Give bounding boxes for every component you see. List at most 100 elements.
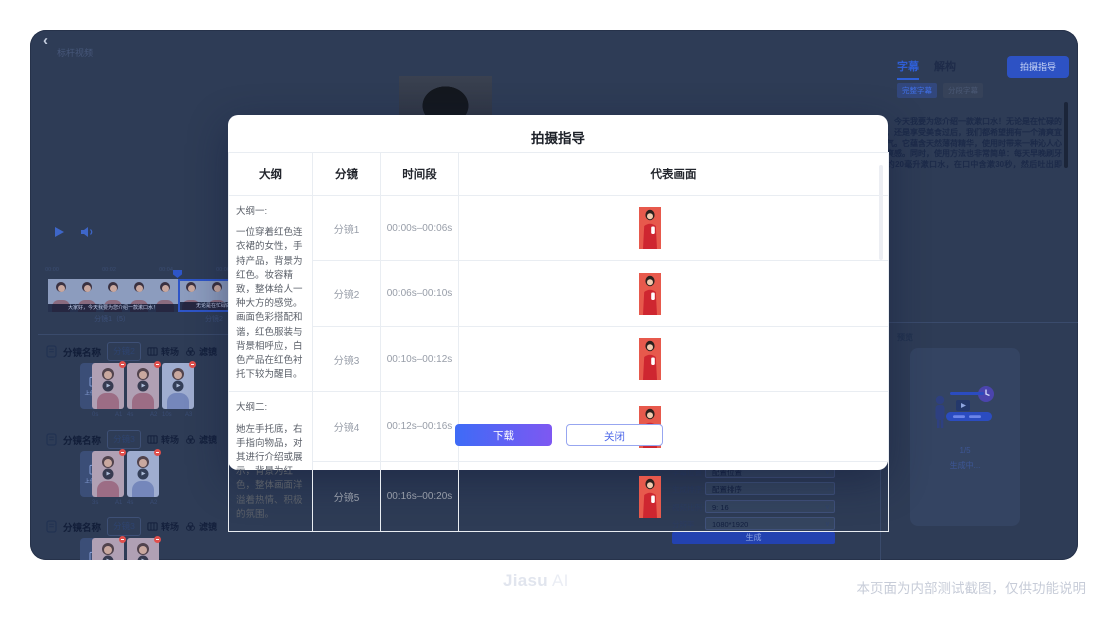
shooting-guide-modal: 拍摄指导 大纲分镜时间段代表画面 大纲一:一位穿着红色连衣裙的女性，手持产品，背… (228, 115, 888, 470)
timeline-segment-1[interactable]: 大家好，今天我要为您介绍一款漱口水！ (48, 279, 178, 312)
playhead[interactable] (173, 270, 182, 278)
filter-button[interactable]: 滤镜 (185, 433, 217, 446)
shot-cell: 分镜5 (313, 462, 381, 532)
remove-clip-badge[interactable] (154, 361, 161, 368)
play-overlay-icon[interactable] (138, 469, 149, 480)
filter-button[interactable]: 滤镜 (185, 520, 217, 533)
storyboard-doc-icon (46, 520, 57, 533)
segment-1-subtitle: 大家好，今天我要为您介绍一款漱口水！ (48, 304, 178, 312)
clip-time-label: 4s (127, 412, 133, 418)
table-header-分镜: 分镜 (313, 153, 381, 196)
clip-thumbnail[interactable] (127, 538, 159, 560)
generate-button[interactable]: 生成 (672, 532, 835, 544)
transition-button[interactable]: 转场 (147, 433, 179, 446)
table-header-时间段: 时间段 (381, 153, 459, 196)
clip-thumbnail[interactable] (127, 363, 159, 409)
outline-label: 大纲一: (236, 205, 305, 219)
clip-tag-label: A1 (115, 412, 122, 418)
close-button[interactable]: 关闭 (566, 424, 663, 446)
clip-thumbnail[interactable] (92, 538, 124, 560)
play-overlay-icon[interactable] (103, 469, 114, 480)
outline-text: 一位穿着红色连衣裙的女性，手持产品，背景为红色。妆容精致，整体给人一种大方的感觉… (236, 226, 305, 382)
outline-text: 她左手托底，右手指向物品，对其进行介绍或展示，背景为红色，整体画面洋溢着热情、积… (236, 423, 305, 522)
remove-clip-badge[interactable] (119, 449, 126, 456)
filter-icon (185, 434, 196, 445)
clip-time-label: 10s (162, 412, 172, 418)
section-name-input[interactable]: 分镜3 (107, 517, 141, 536)
clip-time-label: 0s (92, 412, 98, 418)
shot-cell: 分镜4 (313, 392, 381, 462)
time-cell: 00:12s–00:16s (381, 392, 459, 462)
storyboard-doc-icon (46, 345, 57, 358)
section-name-label: 分镜名称 (63, 345, 101, 359)
remove-clip-badge[interactable] (154, 536, 161, 543)
clip-time-label: 3s (92, 500, 98, 506)
clip-tag-label: A2 (150, 412, 157, 418)
play-overlay-icon[interactable] (103, 381, 114, 392)
table-row: 分镜200:06s–00:10s (229, 261, 889, 326)
table-header-大纲: 大纲 (229, 153, 313, 196)
volume-icon[interactable] (80, 226, 94, 238)
shot-cell: 分镜2 (313, 261, 381, 326)
page-title: 标杆视频 (57, 46, 93, 59)
table-row: 分镜500:16s–00:20s (229, 462, 889, 532)
storyboard-doc-icon (46, 433, 57, 446)
clip-thumbnail[interactable] (127, 451, 159, 497)
brand-watermark: JiasuAI (503, 571, 569, 591)
shot-cell: 分镜1 (313, 196, 381, 261)
tab-解构[interactable]: 解构 (934, 58, 956, 80)
chip-完整字幕[interactable]: 完整字幕 (897, 83, 937, 98)
clip-thumbnail[interactable] (92, 451, 124, 497)
storyboard-section-header: 分镜名称分镜3转场滤镜 (46, 517, 217, 536)
section-name-input[interactable]: 分镜2 (107, 342, 141, 361)
modal-scrollbar[interactable] (879, 165, 883, 260)
right-panel-tabs: 字幕解构 (897, 58, 956, 80)
disclaimer-text: 本页面为内部测试截图，仅供功能说明 (857, 577, 1087, 597)
shooting-guide-button[interactable]: 拍摄指导 (1007, 56, 1069, 78)
play-overlay-icon[interactable] (173, 381, 184, 392)
remove-clip-badge[interactable] (119, 361, 126, 368)
download-button[interactable]: 下载 (455, 424, 552, 446)
outline-label: 大纲二: (236, 401, 305, 415)
subtitle-scrollbar[interactable] (1064, 102, 1068, 168)
time-cell: 00:06s–00:10s (381, 261, 459, 326)
table-row: 大纲二:她左手托底，右手指向物品，对其进行介绍或展示，背景为红色，整体画面洋溢着… (229, 392, 889, 462)
generating-illustration (930, 384, 1000, 436)
shot-cell: 分镜3 (313, 326, 381, 392)
frame-cell (459, 462, 889, 532)
representative-frame-image (639, 338, 661, 380)
remove-clip-badge[interactable] (119, 536, 126, 543)
subtitle-mode-chips: 完整字幕分段字幕 (897, 83, 983, 98)
clip-tag-label: A3 (185, 412, 192, 418)
play-overlay-icon[interactable] (103, 556, 114, 561)
clip-thumbnail[interactable] (162, 363, 194, 409)
frame-cell (459, 326, 889, 392)
section-name-label: 分镜名称 (63, 433, 101, 447)
section-name-input[interactable]: 分镜3 (107, 430, 141, 449)
modal-title: 拍摄指导 (228, 115, 888, 147)
time-cell: 00:00s–00:06s (381, 196, 459, 261)
chip-分段字幕[interactable]: 分段字幕 (943, 83, 983, 98)
filter-button[interactable]: 滤镜 (185, 345, 217, 358)
preview-panel-title: 预览 (897, 332, 913, 343)
play-overlay-icon[interactable] (138, 381, 149, 392)
representative-frame-image (639, 207, 661, 249)
generation-progress: 1/5 (910, 446, 1020, 455)
preview-card: 1/5 生成中... (910, 348, 1020, 526)
transition-icon (147, 434, 158, 445)
clip-thumbnail[interactable] (92, 363, 124, 409)
tab-字幕[interactable]: 字幕 (897, 58, 919, 80)
transition-button[interactable]: 转场 (147, 520, 179, 533)
play-overlay-icon[interactable] (138, 556, 149, 561)
filter-icon (185, 346, 196, 357)
remove-clip-badge[interactable] (154, 449, 161, 456)
generation-status: 生成中... (910, 460, 1020, 471)
frame-cell (459, 261, 889, 326)
back-button[interactable]: ‹ (43, 32, 48, 49)
play-button[interactable] (54, 226, 65, 238)
transition-button[interactable]: 转场 (147, 345, 179, 358)
timeline-tick: 00:02 (102, 267, 116, 273)
table-row: 分镜300:10s–00:12s (229, 326, 889, 392)
frame-cell (459, 196, 889, 261)
remove-clip-badge[interactable] (189, 361, 196, 368)
